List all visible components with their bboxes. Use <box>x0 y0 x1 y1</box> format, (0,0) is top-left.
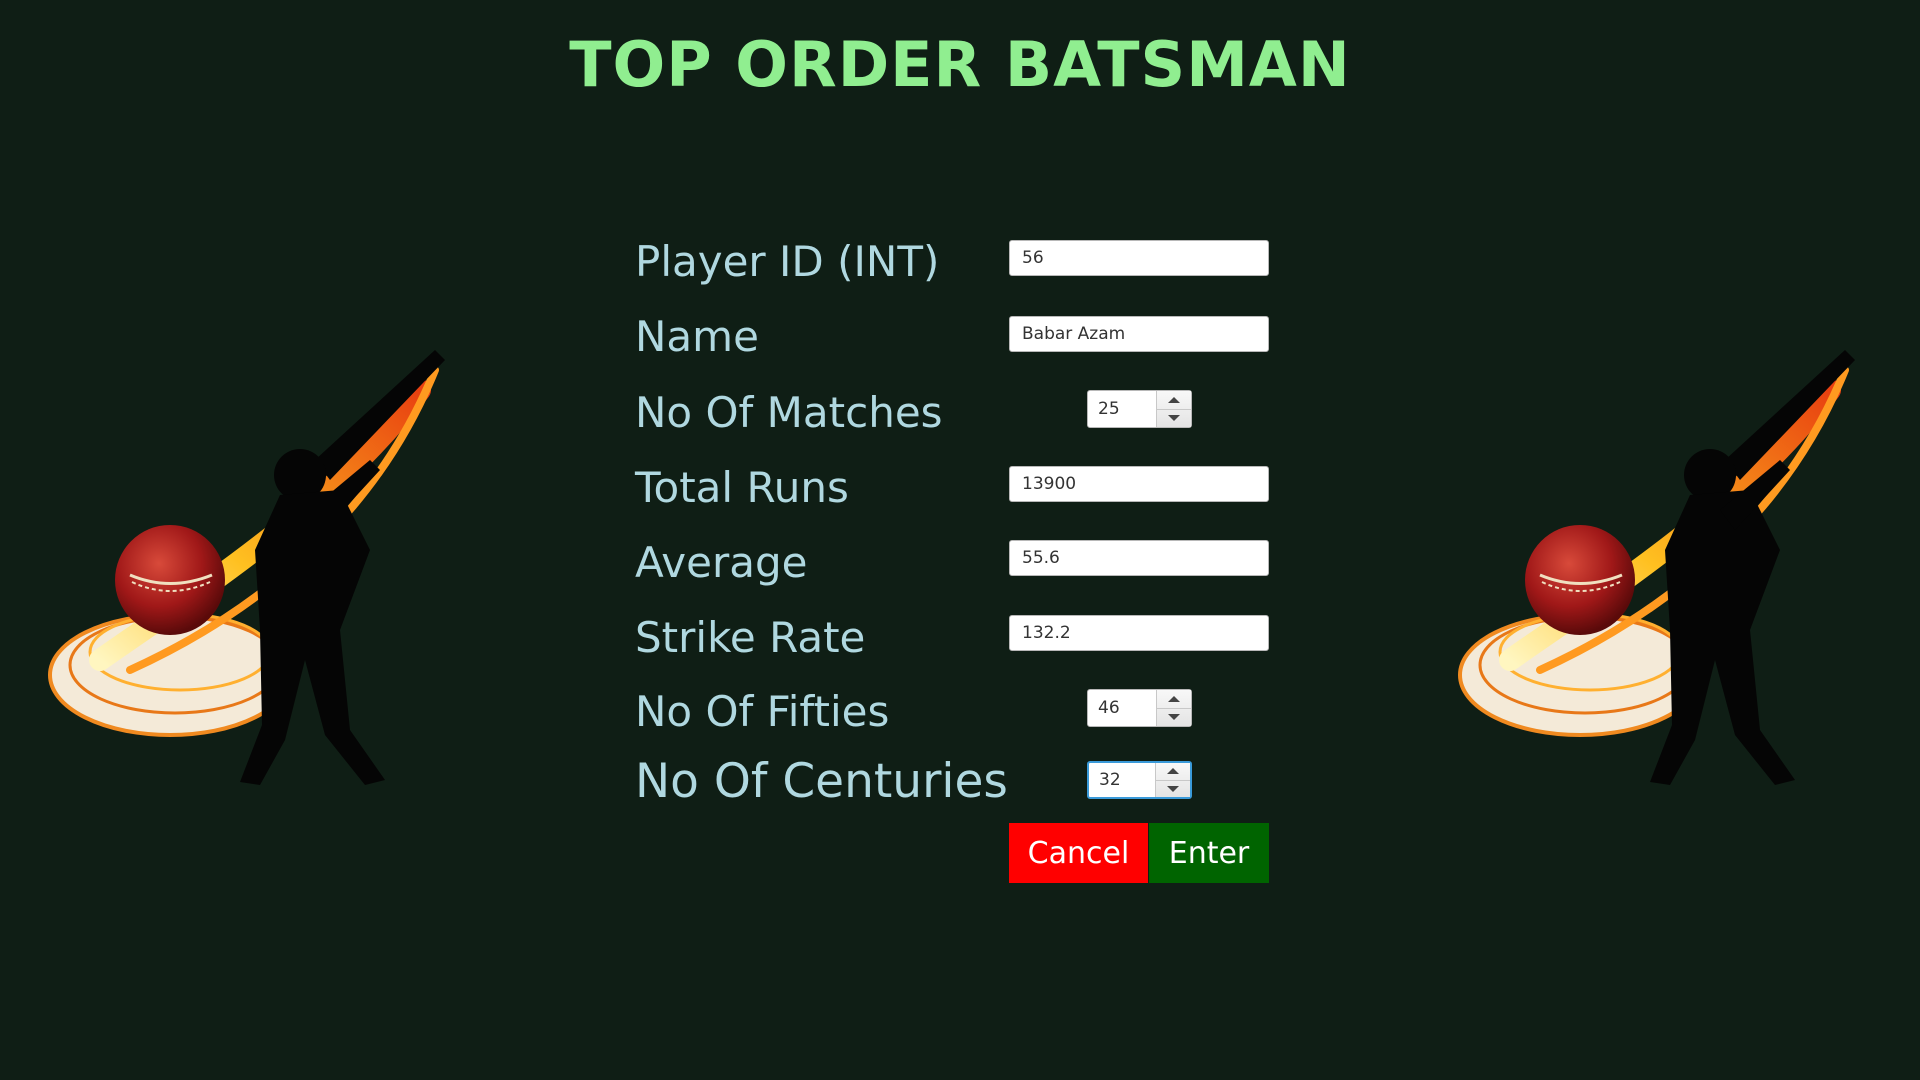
strike-rate-label: Strike Rate <box>635 613 866 662</box>
average-label: Average <box>635 538 808 587</box>
enter-button[interactable]: Enter <box>1149 823 1269 883</box>
fifties-increment-button[interactable] <box>1157 690 1191 709</box>
arrow-up-icon <box>1167 768 1179 775</box>
fifties-spinner-buttons <box>1156 690 1191 726</box>
centuries-label: No Of Centuries <box>635 754 1008 809</box>
matches-decrement-button[interactable] <box>1157 410 1191 428</box>
matches-spinner-buttons <box>1156 391 1191 427</box>
fifties-label: No Of Fifties <box>635 687 890 736</box>
cricket-batsman-icon <box>48 350 445 785</box>
matches-increment-button[interactable] <box>1157 391 1191 410</box>
total-runs-field[interactable] <box>1009 466 1269 502</box>
centuries-increment-button[interactable] <box>1156 763 1190 781</box>
name-label: Name <box>635 312 759 361</box>
fifties-field[interactable] <box>1088 690 1156 726</box>
top-order-batsman-window: TOP ORDER BATSMAN Player ID (INT) 56 Nam… <box>0 0 1920 1080</box>
centuries-spinner-buttons <box>1155 763 1190 797</box>
centuries-field[interactable] <box>1089 763 1155 797</box>
arrow-down-icon <box>1168 415 1180 422</box>
fifties-spinner[interactable] <box>1087 689 1192 727</box>
arrow-up-icon <box>1168 695 1180 702</box>
player-id-field[interactable] <box>1009 240 1269 276</box>
arrow-up-icon <box>1168 396 1180 403</box>
arrow-down-icon <box>1168 714 1180 721</box>
fifties-decrement-button[interactable] <box>1157 709 1191 727</box>
centuries-spinner[interactable] <box>1087 761 1192 799</box>
total-runs-label: Total Runs <box>635 463 849 512</box>
strike-rate-field[interactable] <box>1009 615 1269 651</box>
cancel-button[interactable]: Cancel <box>1009 823 1148 883</box>
name-field[interactable] <box>1009 316 1269 352</box>
matches-label: No Of Matches <box>635 388 943 437</box>
matches-field[interactable] <box>1088 391 1156 427</box>
centuries-decrement-button[interactable] <box>1156 781 1190 798</box>
arrow-down-icon <box>1167 785 1179 792</box>
cricket-batsman-icon <box>1458 350 1855 785</box>
matches-spinner[interactable] <box>1087 390 1192 428</box>
player-id-label: Player ID (INT) <box>635 237 940 286</box>
average-field[interactable] <box>1009 540 1269 576</box>
page-title: TOP ORDER BATSMAN <box>569 28 1351 101</box>
